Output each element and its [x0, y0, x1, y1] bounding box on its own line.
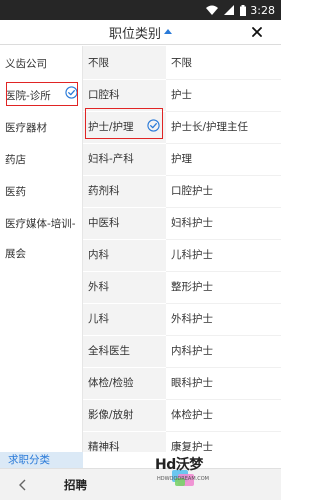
secondary-category-item[interactable]: 全科医生: [83, 334, 166, 368]
category-label: 中医科: [88, 217, 120, 229]
tertiary-category-item[interactable]: 体检护士: [166, 398, 281, 432]
category-label: 不限: [171, 57, 192, 69]
tertiary-category-item[interactable]: 眼科护士: [166, 366, 281, 400]
category-column-secondary: 不限 口腔科 护士/护理 妇科-产科 药剂科 中医科 内科 外科 儿科 全科医生…: [83, 46, 166, 452]
primary-category-item[interactable]: 展会: [0, 236, 82, 270]
secondary-category-item[interactable]: 不限: [83, 46, 166, 80]
wifi-icon: [206, 5, 219, 15]
secondary-category-item[interactable]: 儿科: [83, 302, 166, 336]
category-label: 精神科: [88, 441, 120, 452]
watermark-logo: Hd沃梦 HDWOODREAM.COM: [150, 452, 218, 496]
close-button[interactable]: [247, 22, 267, 42]
category-label: 医疗器材: [5, 121, 47, 134]
category-label: 体检护士: [171, 409, 213, 421]
tertiary-category-item[interactable]: 外科护士: [166, 302, 281, 336]
tertiary-category-item[interactable]: 不限: [166, 46, 281, 80]
category-label: 不限: [88, 57, 109, 69]
category-label: 药剂科: [88, 185, 120, 197]
back-button[interactable]: [14, 476, 32, 494]
category-label: 影像/放射: [88, 409, 134, 421]
primary-category-item[interactable]: 义齿公司: [0, 46, 82, 80]
secondary-category-item[interactable]: 外科: [83, 270, 166, 304]
tertiary-category-item[interactable]: 儿科护士: [166, 238, 281, 272]
secondary-category-item[interactable]: 精神科: [83, 430, 166, 452]
category-label: 体检/检验: [88, 377, 134, 389]
category-label: 儿科护士: [171, 249, 213, 261]
close-icon: [252, 27, 262, 37]
category-label: 护士: [171, 89, 192, 101]
secondary-category-item[interactable]: 内科: [83, 238, 166, 272]
status-time: 3:28: [250, 3, 275, 17]
category-label: 整形护士: [171, 281, 213, 293]
page-title: 职位类别: [108, 26, 161, 42]
category-label: 护士/护理: [88, 121, 134, 133]
category-label: 外科: [88, 281, 109, 293]
secondary-category-item[interactable]: 影像/放射: [83, 398, 166, 432]
primary-category-item[interactable]: 医药: [0, 174, 82, 208]
secondary-category-item[interactable]: 药剂科: [83, 174, 166, 208]
watermark-subtitle: HDWOODREAM.COM: [157, 476, 209, 482]
tertiary-category-item[interactable]: 口腔护士: [166, 174, 281, 208]
primary-category-item[interactable]: 医疗媒体-培训-: [0, 206, 82, 240]
category-column-tertiary: 不限 护士 护士长/护理主任 护理 口腔护士 妇科护士 儿科护士 整形护士 外科…: [166, 46, 281, 452]
category-label: 外科护士: [171, 313, 213, 325]
category-label: 展会: [5, 247, 26, 260]
secondary-category-item[interactable]: 妇科-产科: [83, 142, 166, 176]
category-label: 义齿公司: [5, 57, 47, 70]
category-label: 儿科: [88, 313, 109, 325]
tertiary-category-item[interactable]: 妇科护士: [166, 206, 281, 240]
bottom-bar-title: 招聘: [64, 478, 87, 492]
category-label: 内科护士: [171, 345, 213, 357]
tertiary-category-item[interactable]: 整形护士: [166, 270, 281, 304]
category-label: 内科: [88, 249, 109, 261]
category-label: 康复护士: [171, 441, 213, 452]
bottom-bar: 招聘: [0, 468, 281, 500]
tertiary-category-item[interactable]: 内科护士: [166, 334, 281, 368]
category-label: 护理: [171, 153, 192, 165]
battery-icon: [240, 4, 247, 16]
category-label: 妇科-产科: [88, 153, 134, 165]
watermark-title: Hd沃梦: [155, 457, 203, 473]
caret-up-icon: [164, 28, 172, 34]
header-title-toggle[interactable]: 职位类别: [109, 23, 172, 42]
bottom-tab-job-category[interactable]: 求职分类: [0, 452, 83, 468]
header: 职位类别: [0, 20, 281, 45]
category-label: 口腔护士: [171, 185, 213, 197]
category-label: 口腔科: [88, 89, 120, 101]
category-label: 全科医生: [88, 345, 130, 357]
secondary-category-item[interactable]: 中医科: [83, 206, 166, 240]
category-label: 医院-诊所: [5, 89, 51, 102]
category-label: 眼科护士: [171, 377, 213, 389]
tertiary-category-item[interactable]: 护士: [166, 78, 281, 112]
tertiary-category-item[interactable]: 护理: [166, 142, 281, 176]
tertiary-category-item[interactable]: 康复护士: [166, 430, 281, 452]
category-label: 药店: [5, 153, 26, 166]
secondary-category-item[interactable]: 体检/检验: [83, 366, 166, 400]
category-label: 护士长/护理主任: [171, 121, 249, 133]
secondary-category-item[interactable]: 口腔科: [83, 78, 166, 112]
status-icons: [206, 4, 247, 16]
category-column-primary: 义齿公司 医院-诊所 医疗器材 药店 医药 医疗媒体-培训- 展会: [0, 46, 83, 452]
check-circle-icon: [65, 86, 78, 99]
chevron-left-icon: [19, 479, 26, 491]
category-label: 医疗媒体-培训-: [5, 217, 76, 230]
check-circle-icon: [147, 119, 160, 132]
category-label: 妇科护士: [171, 217, 213, 229]
category-label: 医药: [5, 185, 26, 198]
signal-icon: [224, 5, 235, 15]
tertiary-category-item[interactable]: 护士长/护理主任: [166, 110, 281, 144]
primary-category-item[interactable]: 医疗器材: [0, 110, 82, 144]
status-bar: 3:28: [0, 0, 281, 20]
primary-category-item[interactable]: 药店: [0, 142, 82, 176]
